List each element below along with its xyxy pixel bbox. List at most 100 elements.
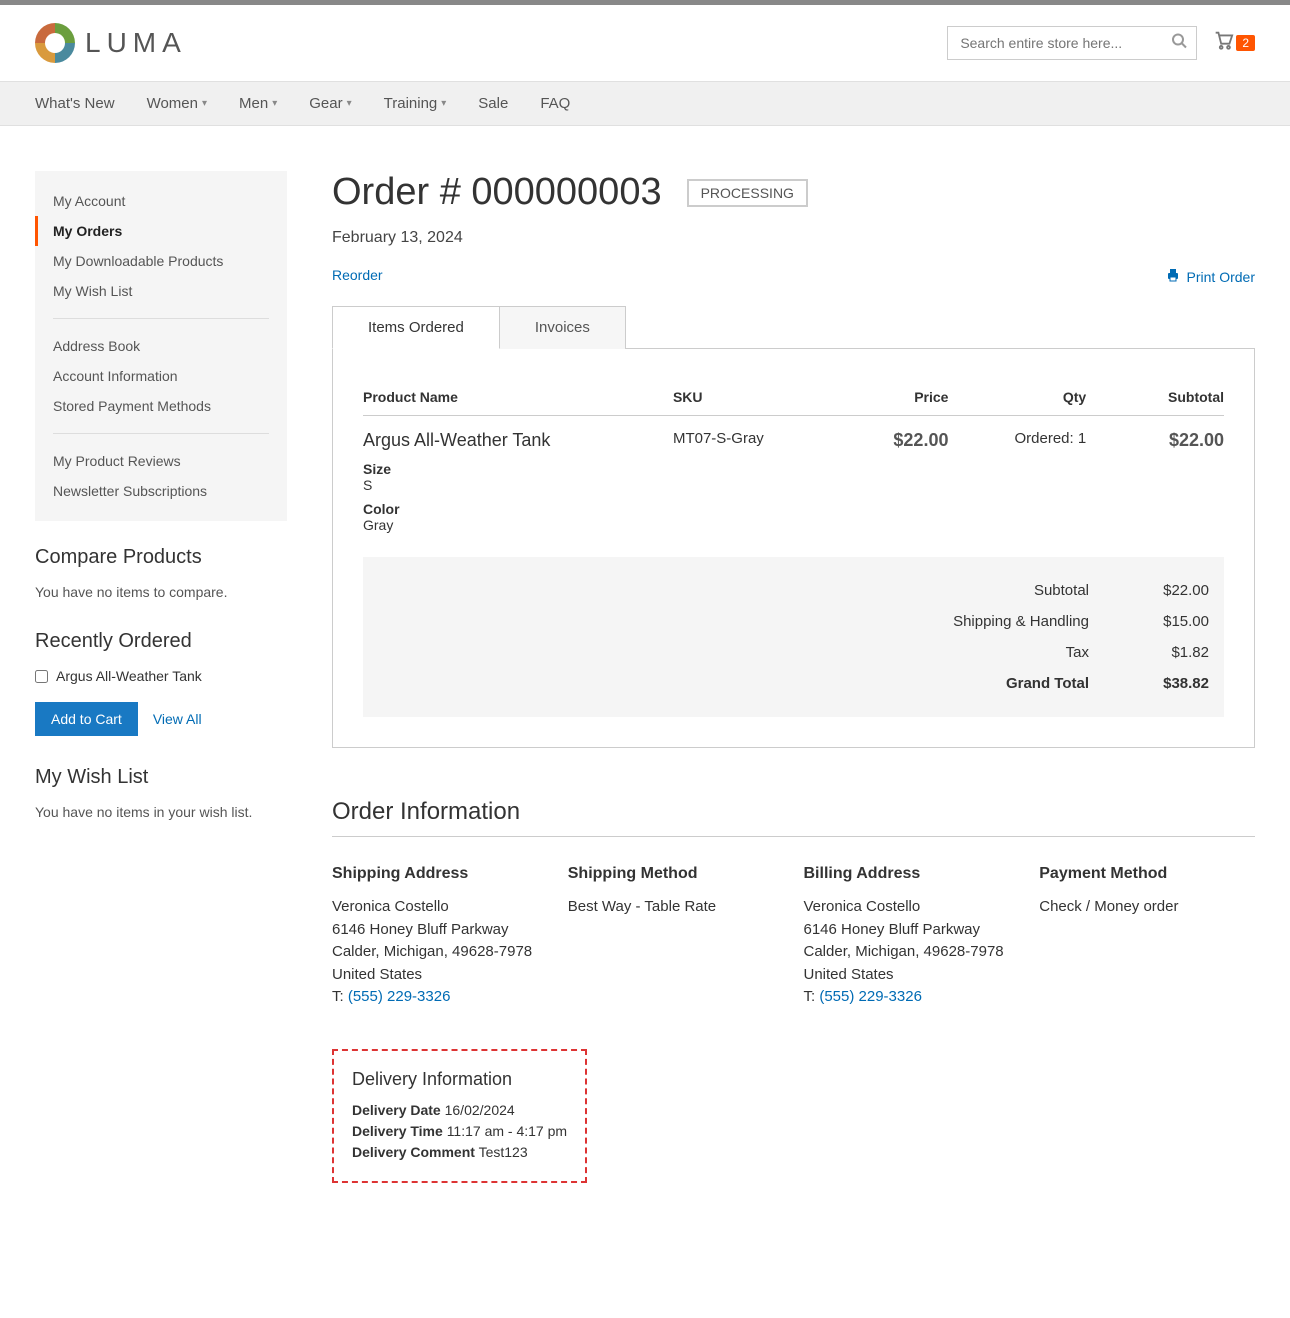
print-icon	[1165, 267, 1181, 286]
search-box	[947, 26, 1197, 60]
line-subtotal-value: $22.00	[1169, 430, 1224, 450]
compare-title: Compare Products	[35, 546, 287, 569]
payment-method-value: Check / Money order	[1039, 896, 1255, 919]
logo[interactable]: LUMA	[35, 23, 187, 63]
sidebar-item-my-account[interactable]: My Account	[35, 186, 287, 216]
tab-invoices[interactable]: Invoices	[500, 306, 626, 349]
cart-button[interactable]: 2	[1212, 29, 1255, 57]
ship-tel-prefix: T:	[332, 988, 348, 1005]
page-title: Order # 000000003	[332, 171, 662, 214]
bill-street: 6146 Honey Bluff Parkway	[804, 919, 1020, 942]
sidebar-item-address-book[interactable]: Address Book	[35, 331, 287, 361]
nav-item-training[interactable]: Training ▾	[368, 82, 463, 125]
reorder-link[interactable]: Reorder	[332, 267, 383, 286]
search-icon[interactable]	[1171, 33, 1187, 54]
nav-item-gear[interactable]: Gear ▾	[293, 82, 367, 125]
items-table: Product Name SKU Price Qty Subtotal Argu…	[363, 379, 1224, 547]
sidebar-item-my-downloadable-products[interactable]: My Downloadable Products	[35, 246, 287, 276]
view-all-link[interactable]: View All	[153, 711, 202, 727]
recent-item-label: Argus All-Weather Tank	[56, 668, 202, 684]
chevron-down-icon: ▾	[441, 98, 446, 109]
billing-address-col: Billing Address Veronica Costello 6146 H…	[804, 862, 1020, 1009]
logo-text: LUMA	[85, 27, 187, 59]
ship-street: 6146 Honey Bluff Parkway	[332, 919, 548, 942]
compare-empty-text: You have no items to compare.	[35, 584, 287, 600]
main: My AccountMy OrdersMy Downloadable Produ…	[5, 126, 1285, 1243]
shipping-label: Shipping & Handling	[889, 613, 1089, 630]
search-input[interactable]	[947, 26, 1197, 60]
sidebar-item-newsletter-subscriptions[interactable]: Newsletter Subscriptions	[35, 476, 287, 506]
order-info-columns: Shipping Address Veronica Costello 6146 …	[332, 862, 1255, 1009]
chevron-down-icon: ▾	[347, 98, 352, 109]
totals-block: Subtotal$22.00 Shipping & Handling$15.00…	[363, 557, 1224, 717]
delivery-date-value: 16/02/2024	[445, 1102, 515, 1118]
shipping-method-head: Shipping Method	[568, 862, 784, 886]
wishlist-empty-text: You have no items in your wish list.	[35, 804, 287, 820]
order-info-title: Order Information	[332, 798, 1255, 837]
tax-value: $1.82	[1129, 644, 1209, 661]
nav-item-men[interactable]: Men ▾	[223, 82, 293, 125]
sidebar-item-stored-payment-methods[interactable]: Stored Payment Methods	[35, 391, 287, 421]
nav-item-what-s-new[interactable]: What's New	[35, 82, 131, 125]
size-value: S	[363, 477, 673, 493]
delivery-comment-value: Test123	[479, 1144, 528, 1160]
product-name: Argus All-Weather Tank	[363, 430, 673, 451]
color-value: Gray	[363, 517, 673, 533]
sku-value: MT07-S-Gray	[673, 416, 811, 548]
header-right: 2	[947, 26, 1255, 60]
nav-item-women[interactable]: Women ▾	[131, 82, 223, 125]
chevron-down-icon: ▾	[202, 98, 207, 109]
print-order-label: Print Order	[1187, 269, 1255, 285]
order-actions: Reorder Print Order	[332, 267, 1255, 286]
shipping-address-col: Shipping Address Veronica Costello 6146 …	[332, 862, 548, 1009]
delivery-time-label: Delivery Time	[352, 1123, 443, 1139]
sidebar-item-my-orders[interactable]: My Orders	[35, 216, 287, 246]
ship-city: Calder, Michigan, 49628-7978	[332, 941, 548, 964]
print-order-link[interactable]: Print Order	[1165, 267, 1255, 286]
shipping-method-col: Shipping Method Best Way - Table Rate	[568, 862, 784, 1009]
shipping-address-head: Shipping Address	[332, 862, 548, 886]
shipping-method-value: Best Way - Table Rate	[568, 896, 784, 919]
main-nav: What's NewWomen ▾Men ▾Gear ▾Training ▾Sa…	[0, 81, 1290, 126]
ship-country: United States	[332, 964, 548, 987]
grand-total-label: Grand Total	[889, 675, 1089, 692]
sidebar-item-my-product-reviews[interactable]: My Product Reviews	[35, 446, 287, 476]
recent-block: Recently Ordered Argus All-Weather Tank …	[35, 630, 287, 736]
account-menu: My AccountMy OrdersMy Downloadable Produ…	[35, 171, 287, 521]
chevron-down-icon: ▾	[272, 98, 277, 109]
tab-items-ordered[interactable]: Items Ordered	[332, 306, 500, 349]
bill-tel-link[interactable]: (555) 229-3326	[819, 988, 922, 1005]
grand-total-value: $38.82	[1129, 675, 1209, 692]
header: LUMA 2	[5, 5, 1285, 81]
bill-name: Veronica Costello	[804, 896, 1020, 919]
nav-item-sale[interactable]: Sale	[462, 82, 524, 125]
add-to-cart-button[interactable]: Add to Cart	[35, 702, 138, 736]
nav-item-faq[interactable]: FAQ	[524, 82, 586, 125]
status-badge: PROCESSING	[687, 179, 808, 207]
ship-tel-link[interactable]: (555) 229-3326	[348, 988, 451, 1005]
bill-city: Calder, Michigan, 49628-7978	[804, 941, 1020, 964]
sidebar: My AccountMy OrdersMy Downloadable Produ…	[35, 171, 287, 1183]
cart-icon	[1212, 29, 1234, 57]
col-subtotal: Subtotal	[1086, 379, 1224, 416]
subtotal-value: $22.00	[1129, 582, 1209, 599]
sidebar-item-account-information[interactable]: Account Information	[35, 361, 287, 391]
ship-name: Veronica Costello	[332, 896, 548, 919]
tax-label: Tax	[889, 644, 1089, 661]
col-product-name: Product Name	[363, 379, 673, 416]
size-label: Size	[363, 461, 673, 477]
delivery-comment-label: Delivery Comment	[352, 1144, 475, 1160]
wishlist-block: My Wish List You have no items in your w…	[35, 766, 287, 820]
sidebar-item-my-wish-list[interactable]: My Wish List	[35, 276, 287, 306]
table-row: Argus All-Weather Tank Size S Color Gray…	[363, 416, 1224, 548]
color-label: Color	[363, 501, 673, 517]
recent-item-checkbox[interactable]	[35, 670, 48, 683]
order-tabs: Items Ordered Invoices	[332, 306, 1255, 349]
qty-value: Ordered: 1	[948, 416, 1086, 548]
price-value: $22.00	[893, 430, 948, 450]
sidebar-separator	[53, 318, 269, 319]
bill-tel-prefix: T:	[804, 988, 820, 1005]
wishlist-title: My Wish List	[35, 766, 287, 789]
payment-method-head: Payment Method	[1039, 862, 1255, 886]
shipping-value: $15.00	[1129, 613, 1209, 630]
